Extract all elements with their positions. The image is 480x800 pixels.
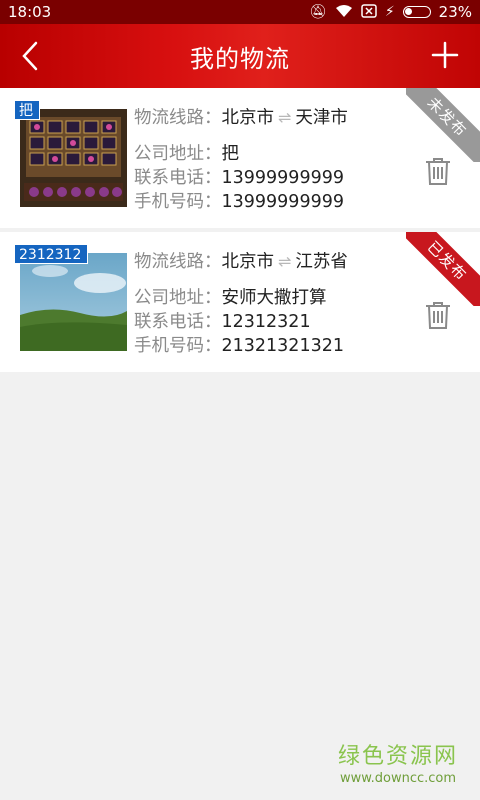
plus-icon[interactable] [430,40,460,70]
card-thumbnail [20,253,127,351]
mobile-label: 手机号码： [134,192,222,212]
logistics-card[interactable]: 2312312 物流线路： 北京市 ⇌ 江苏省 公司地址： 安师大撒打算 联系电… [0,232,480,372]
route-row: 物流线路： 北京市 ⇌ 江苏省 [134,250,394,274]
wifi-icon [335,4,353,21]
card-tag: 2312312 [14,244,89,264]
address-row: 公司地址： 安师大撒打算 [134,286,394,310]
route-to: 江苏省 [295,252,348,272]
address-value: 安师大撒打算 [221,288,327,308]
mobile-value: 21321321321 [221,336,344,356]
watermark-en: www.downcc.com [339,771,457,786]
battery-percent: 23% [438,3,472,21]
route-from: 北京市 [221,252,275,272]
logistics-card[interactable]: 把 物流线路： 北京市 ⇌ 天津市 公司地址： 把 联系电话： 13999999… [0,88,480,228]
card-thumbnail [20,109,127,207]
status-time: 18:03 [8,3,52,21]
address-value: 把 [221,144,240,164]
mute-icon: 🔕︎ [309,4,327,20]
route-label: 物流线路： [134,108,222,128]
phone-value: 13999999999 [221,168,344,188]
status-bar: 18:03 🔕︎ ⚡︎ 23% [0,0,480,24]
exchange-arrows-icon: ⇌ [278,108,292,127]
watermark-cn: 绿色资源网 [337,744,458,769]
status-icons: 🔕︎ ⚡︎ 23% [309,3,472,21]
address-row: 公司地址： 把 [134,142,394,166]
status-label: 已发布 [406,232,480,306]
route-label: 物流线路： [134,252,222,272]
status-ribbon: 已发布 [406,232,480,306]
status-label: 未发布 [406,88,480,162]
battery-icon [402,6,431,18]
phone-label: 联系电话： [134,312,222,332]
app-header: 我的物流 [0,24,480,88]
mobile-row: 手机号码： 21321321321 [134,334,394,358]
phone-row: 联系电话： 13999999999 [134,166,394,190]
route-row: 物流线路： 北京市 ⇌ 天津市 [134,106,394,130]
exchange-arrows-icon: ⇌ [278,252,292,271]
back-chevron-icon[interactable] [16,38,46,74]
card-tag: 把 [14,100,40,120]
phone-row: 联系电话： 12312321 [134,310,394,334]
phone-value: 12312321 [221,312,311,332]
route-to: 天津市 [295,108,348,128]
status-ribbon: 未发布 [406,88,480,162]
no-sim-icon [361,3,377,21]
address-label: 公司地址： [134,288,222,308]
mobile-row: 手机号码： 13999999999 [134,190,394,214]
mobile-value: 13999999999 [221,192,344,212]
card-info: 物流线路： 北京市 ⇌ 天津市 公司地址： 把 联系电话： 1399999999… [134,106,394,214]
page-title: 我的物流 [190,44,290,73]
card-info: 物流线路： 北京市 ⇌ 江苏省 公司地址： 安师大撒打算 联系电话： 12312… [134,250,394,358]
phone-label: 联系电话： [134,168,222,188]
route-from: 北京市 [221,108,275,128]
watermark: 绿色资源网 www.downcc.com [338,738,458,786]
address-label: 公司地址： [134,144,222,164]
mobile-label: 手机号码： [134,336,222,356]
charging-icon: ⚡︎ [384,4,395,20]
